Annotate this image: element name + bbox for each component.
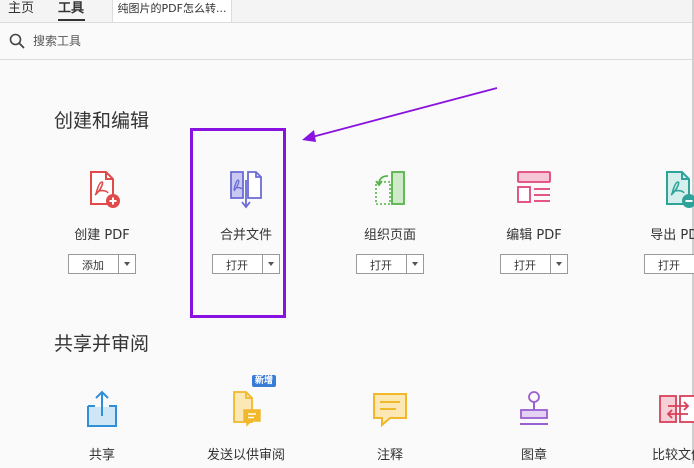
- organize-pages-icon: [375, 171, 405, 205]
- search-bar: [0, 23, 694, 60]
- export-pdf-icon: [666, 171, 694, 208]
- tool-label: 合并文件: [219, 228, 272, 243]
- chevron-down-icon[interactable]: [268, 262, 274, 266]
- stamp-icon: [520, 391, 548, 425]
- tool-label: 比较文件: [651, 448, 694, 463]
- tool-send-review[interactable]: 发送以供审阅: [186, 388, 306, 468]
- active-tab-indicator: [58, 19, 85, 21]
- tool-label: 导出 PDF: [650, 228, 694, 243]
- tool-compare[interactable]: 比较文件: [618, 388, 694, 468]
- tool-create-pdf[interactable]: 创建 PDF 添加: [42, 168, 162, 288]
- send-review-icon: [233, 391, 261, 427]
- tool-label: 共享: [88, 448, 115, 463]
- search-input[interactable]: [33, 32, 333, 50]
- tool-stamp[interactable]: 图章: [474, 388, 594, 468]
- open-button[interactable]: 打开: [356, 254, 424, 274]
- tool-combine-files[interactable]: 合并文件 打开: [186, 168, 306, 288]
- add-button[interactable]: 添加: [68, 254, 136, 274]
- tool-label: 组织页面: [363, 228, 416, 243]
- tool-label: 发送以供审阅: [206, 448, 285, 463]
- search-icon: [9, 33, 25, 49]
- open-button[interactable]: 打开: [644, 254, 694, 274]
- tool-edit-pdf[interactable]: 编辑 PDF 打开: [474, 168, 594, 288]
- open-button[interactable]: 打开: [212, 254, 280, 274]
- tool-organize-pages[interactable]: 组织页面 打开: [330, 168, 450, 288]
- compare-icon: [659, 395, 694, 423]
- chevron-down-icon[interactable]: [556, 262, 562, 266]
- combine-files-icon: [230, 171, 262, 209]
- open-button[interactable]: 打开: [500, 254, 568, 274]
- section-title-create-edit: 创建和编辑: [54, 110, 150, 132]
- chevron-down-icon[interactable]: [124, 262, 130, 266]
- tool-label: 编辑 PDF: [506, 228, 562, 243]
- top-tab-bar: 主页 工具 纯图片的PDF怎么转...: [0, 0, 694, 23]
- comment-icon: [373, 393, 407, 428]
- nav-tab-home[interactable]: 主页: [8, 0, 34, 22]
- tool-share[interactable]: 共享: [42, 388, 162, 468]
- tool-export-pdf[interactable]: 导出 PDF 打开: [618, 168, 694, 288]
- create-pdf-icon: [90, 171, 120, 208]
- edit-pdf-icon: [517, 171, 551, 203]
- chevron-down-icon[interactable]: [412, 262, 418, 266]
- new-badge: 新增: [252, 375, 277, 387]
- document-tab[interactable]: 纯图片的PDF怎么转...: [112, 0, 232, 22]
- section-title-share-review: 共享并审阅: [54, 333, 150, 355]
- tool-label: 创建 PDF: [74, 228, 130, 243]
- share-icon: [87, 390, 117, 427]
- tool-label: 注释: [376, 448, 403, 463]
- tool-comment[interactable]: 注释: [330, 388, 450, 468]
- tool-label: 图章: [520, 448, 547, 463]
